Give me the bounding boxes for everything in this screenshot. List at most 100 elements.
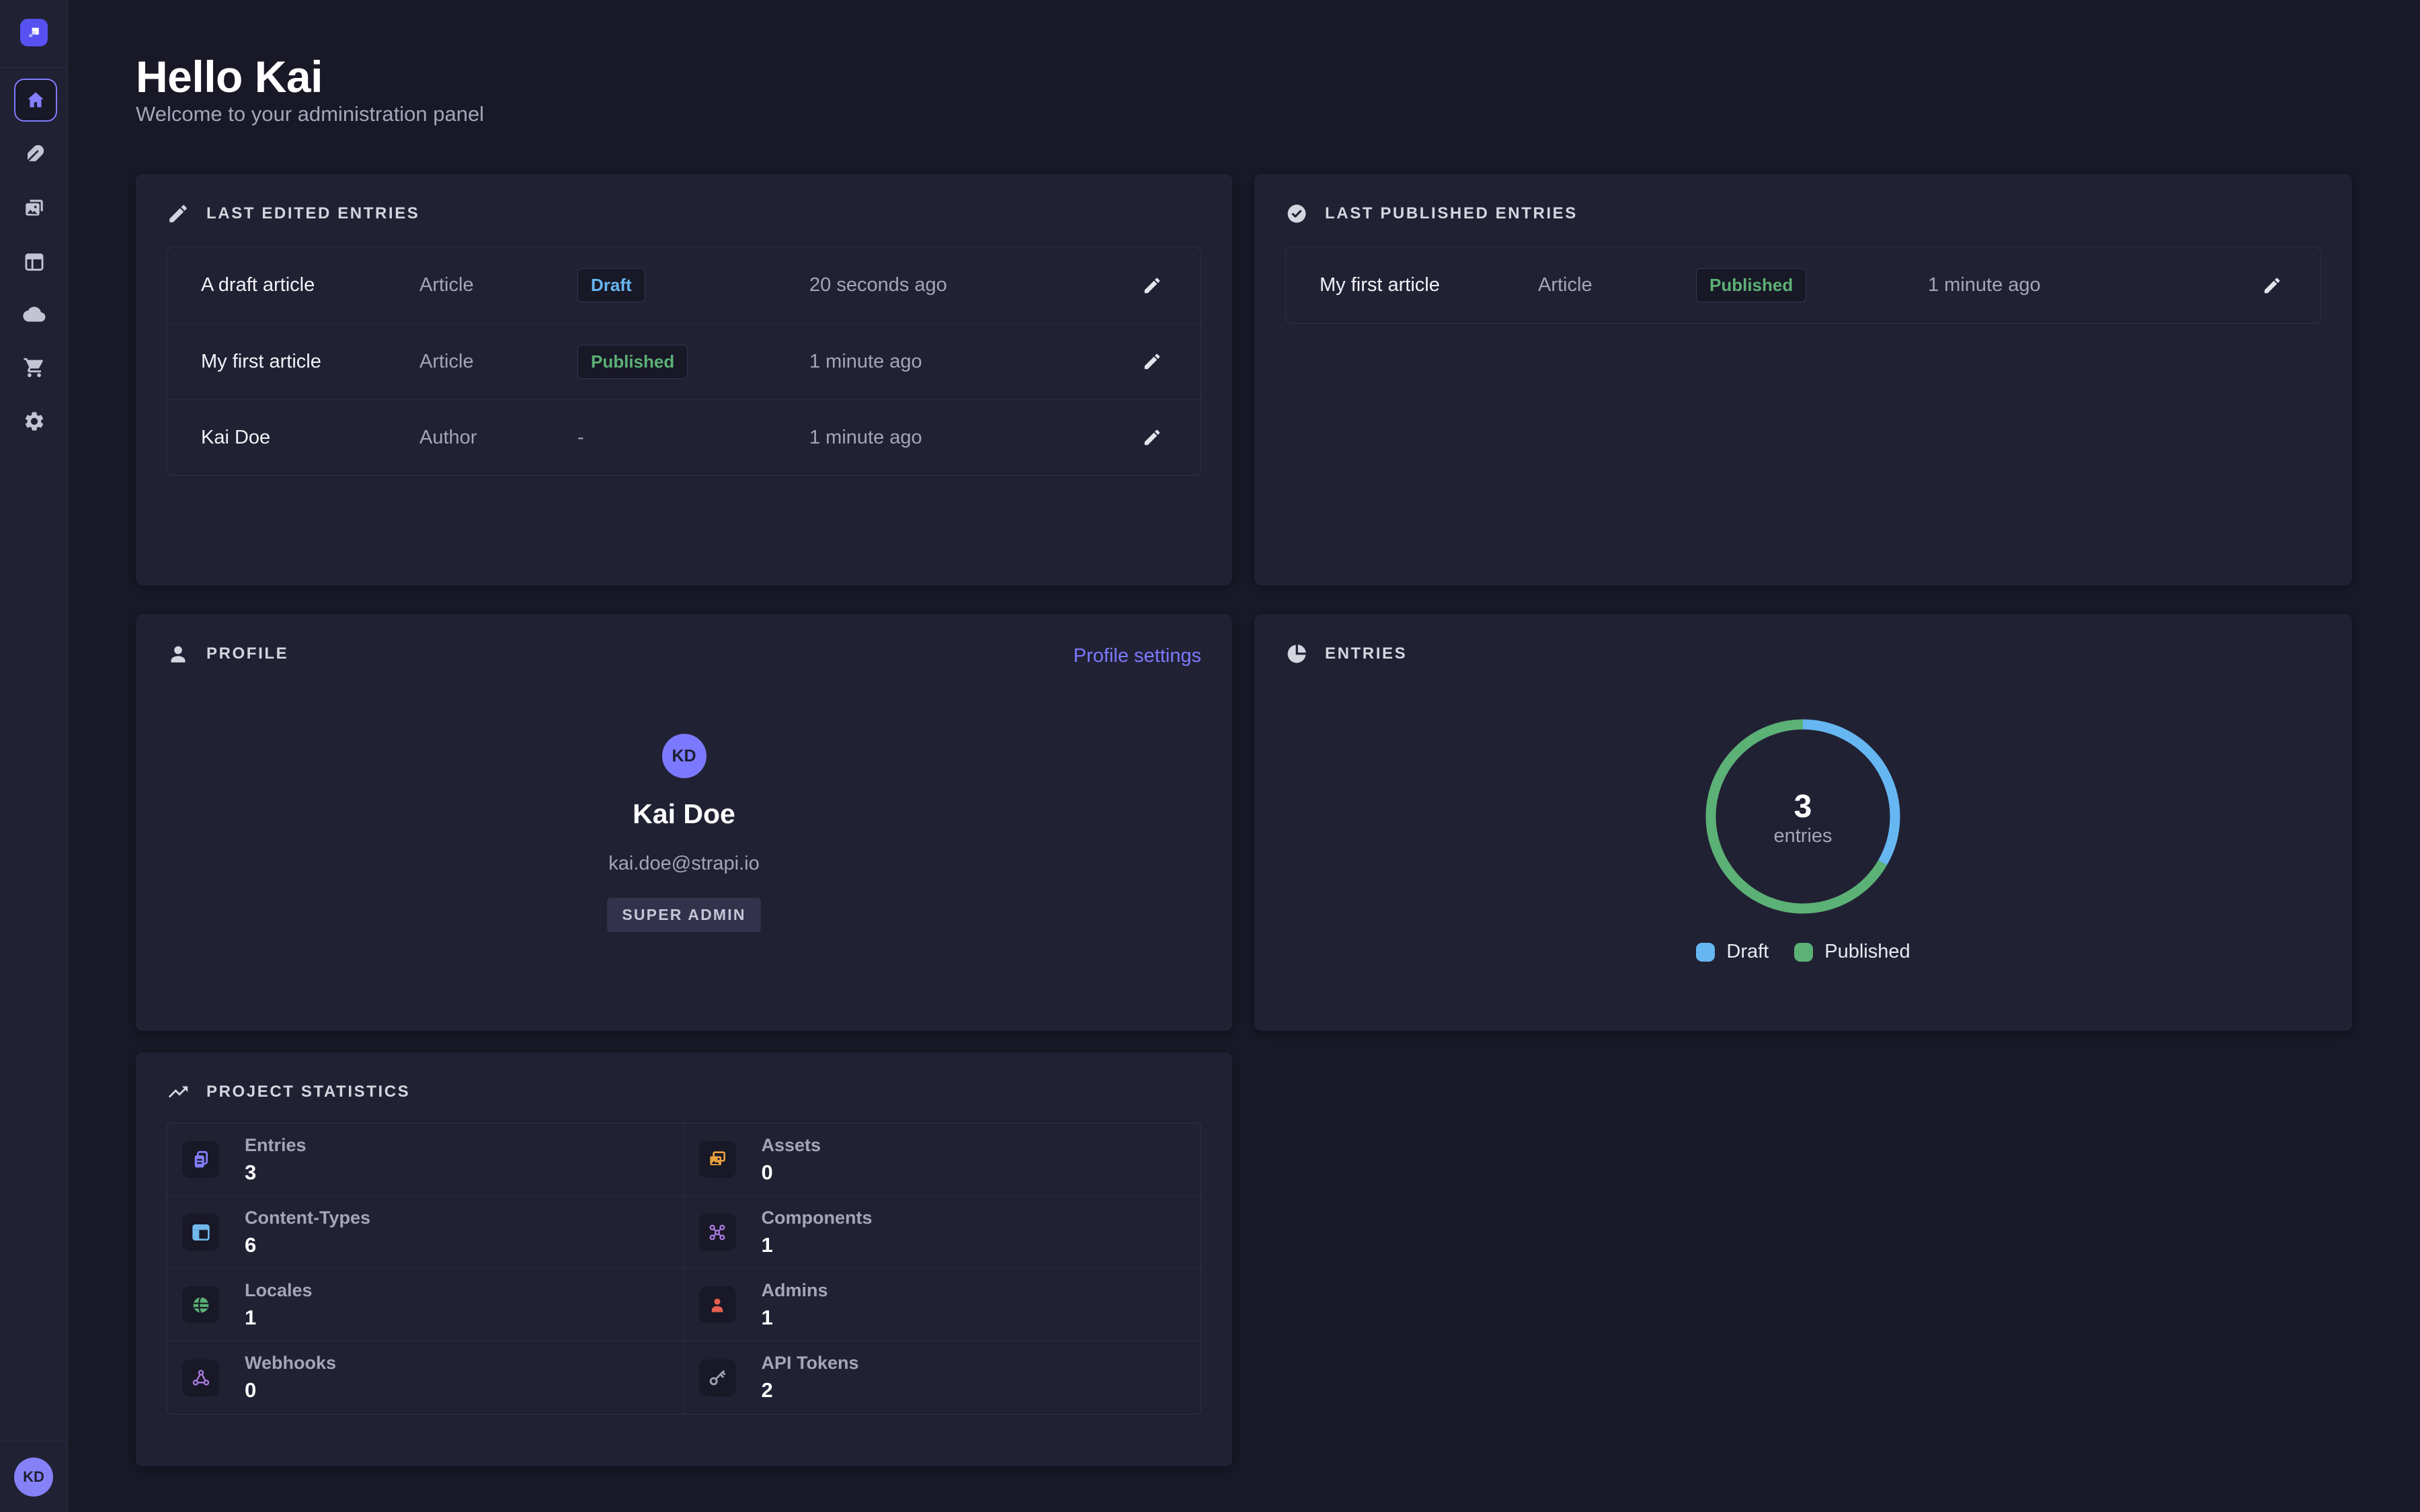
entry-type: Author: [419, 427, 577, 449]
strapi-admin-dashboard: KD Hello Kai Welcome to your administrat…: [0, 0, 2420, 1512]
stat-value: 1: [762, 1233, 873, 1257]
profile-panel: PROFILE Profile settings KD Kai Doe kai.…: [136, 614, 1232, 1031]
stat-components: Components 1: [684, 1196, 1201, 1269]
project-statistics-panel: PROJECT STATISTICS Entries 3: [136, 1052, 1232, 1466]
last-published-entries-panel: LAST PUBLISHED ENTRIES My first article …: [1254, 174, 2352, 585]
stat-webhooks: Webhooks 0: [167, 1341, 684, 1414]
entry-type: Article: [419, 274, 577, 296]
last-edited-header: LAST EDITED ENTRIES: [167, 202, 419, 225]
profile-header: PROFILE: [167, 642, 288, 665]
status-badge: Published: [577, 345, 688, 379]
stat-value: 1: [762, 1306, 828, 1330]
entry-time: 1 minute ago: [1928, 274, 2257, 296]
stat-api-tokens: API Tokens 2: [684, 1341, 1201, 1414]
layout-icon: [182, 1214, 219, 1251]
check-circle-icon: [1285, 202, 1308, 225]
pencil-icon: [2262, 276, 2282, 296]
avatar-initials: KD: [672, 747, 696, 766]
entry-title: My first article: [201, 351, 419, 373]
last-edited-entries-panel: LAST EDITED ENTRIES A draft article Arti…: [136, 174, 1232, 585]
sidebar-item-settings[interactable]: [19, 407, 49, 436]
sidebar-item-home[interactable]: [14, 79, 57, 122]
entry-time: 20 seconds ago: [809, 274, 1137, 296]
strapi-logo[interactable]: [20, 19, 48, 46]
sidebar-user-avatar[interactable]: KD: [14, 1458, 53, 1497]
entry-type: Article: [419, 351, 577, 373]
stat-label: Entries: [245, 1135, 307, 1156]
layout-builder-icon: [23, 251, 46, 274]
entry-title: A draft article: [201, 274, 419, 296]
profile-title: PROFILE: [206, 644, 288, 663]
entry-time: 1 minute ago: [809, 351, 1137, 373]
entry-time: 1 minute ago: [809, 427, 1137, 449]
profile-name: Kai Doe: [633, 798, 735, 830]
entry-title: Kai Doe: [201, 427, 419, 449]
edit-entry-button[interactable]: [1137, 271, 1167, 300]
entry-type: Article: [1538, 274, 1696, 296]
stats-header: PROJECT STATISTICS: [167, 1081, 410, 1103]
pencil-icon: [167, 202, 190, 225]
legend-item-draft: Draft: [1696, 941, 1769, 963]
stat-value: 1: [245, 1306, 313, 1330]
avatar: KD: [662, 734, 707, 778]
stat-label: Admins: [762, 1280, 828, 1301]
last-published-table: My first article Article Published 1 min…: [1285, 247, 2321, 324]
stat-content-types: Content-Types 6: [167, 1196, 684, 1269]
stat-value: 0: [762, 1161, 821, 1185]
pencil-icon: [1142, 276, 1162, 296]
entries-header: ENTRIES: [1285, 642, 1407, 665]
table-row[interactable]: My first article Article Published 1 min…: [1286, 247, 2321, 323]
profile-settings-link[interactable]: Profile settings: [1074, 645, 1201, 667]
table-row[interactable]: A draft article Article Draft 20 seconds…: [167, 247, 1201, 323]
legend-item-published: Published: [1794, 941, 1910, 963]
key-icon: [699, 1359, 736, 1396]
person-icon: [167, 642, 190, 665]
sidebar-item-deploy[interactable]: [19, 300, 49, 330]
legend-swatch-published: [1794, 943, 1813, 962]
stat-value: 3: [245, 1161, 307, 1185]
documents-icon: [182, 1141, 219, 1178]
stat-locales: Locales 1: [167, 1269, 684, 1341]
sidebar-item-content-type-builder[interactable]: [19, 247, 49, 277]
entries-title: ENTRIES: [1325, 644, 1407, 663]
profile-body: KD Kai Doe kai.doe@strapi.io SUPER ADMIN: [136, 734, 1232, 932]
last-published-header: LAST PUBLISHED ENTRIES: [1285, 202, 1578, 225]
edit-entry-button[interactable]: [2257, 271, 2287, 300]
pictures-icon: [699, 1141, 736, 1178]
profile-email: kai.doe@strapi.io: [608, 853, 760, 875]
cloud-icon: [22, 303, 46, 327]
last-edited-table: A draft article Article Draft 20 seconds…: [167, 247, 1201, 476]
webhook-icon: [182, 1359, 219, 1396]
sidebar: KD: [0, 0, 68, 1512]
stat-assets: Assets 0: [684, 1124, 1201, 1196]
gear-icon: [23, 410, 46, 433]
stat-value: 0: [245, 1378, 336, 1402]
page-title: Hello Kai: [136, 51, 323, 102]
nodes-icon: [699, 1214, 736, 1251]
pencil-icon: [1142, 351, 1162, 372]
edit-entry-button[interactable]: [1137, 347, 1167, 376]
sidebar-divider-top: [0, 67, 67, 68]
edit-entry-button[interactable]: [1137, 423, 1167, 452]
legend-label: Published: [1824, 941, 1910, 963]
table-row[interactable]: Kai Doe Author - 1 minute ago: [167, 399, 1201, 475]
sidebar-user-initials: KD: [23, 1468, 44, 1486]
sidebar-item-media-library[interactable]: [19, 194, 49, 223]
stat-label: Assets: [762, 1135, 821, 1156]
entries-panel: ENTRIES 3 entries Draft Published: [1254, 614, 2352, 1031]
stat-label: Components: [762, 1208, 873, 1228]
home-icon: [25, 89, 46, 111]
last-edited-title: LAST EDITED ENTRIES: [206, 204, 419, 223]
sidebar-item-marketplace[interactable]: [19, 353, 49, 382]
legend-swatch-draft: [1696, 943, 1715, 962]
last-published-title: LAST PUBLISHED ENTRIES: [1325, 204, 1578, 223]
donut-total: 3: [1702, 788, 1904, 825]
cart-icon: [23, 356, 46, 379]
table-row[interactable]: My first article Article Published 1 min…: [167, 323, 1201, 399]
stat-label: Content-Types: [245, 1208, 370, 1228]
stat-entries: Entries 3: [167, 1124, 684, 1196]
stat-label: Locales: [245, 1280, 313, 1301]
stats-title: PROJECT STATISTICS: [206, 1083, 410, 1101]
entry-title: My first article: [1320, 274, 1538, 296]
sidebar-item-content-manager[interactable]: [19, 140, 49, 169]
